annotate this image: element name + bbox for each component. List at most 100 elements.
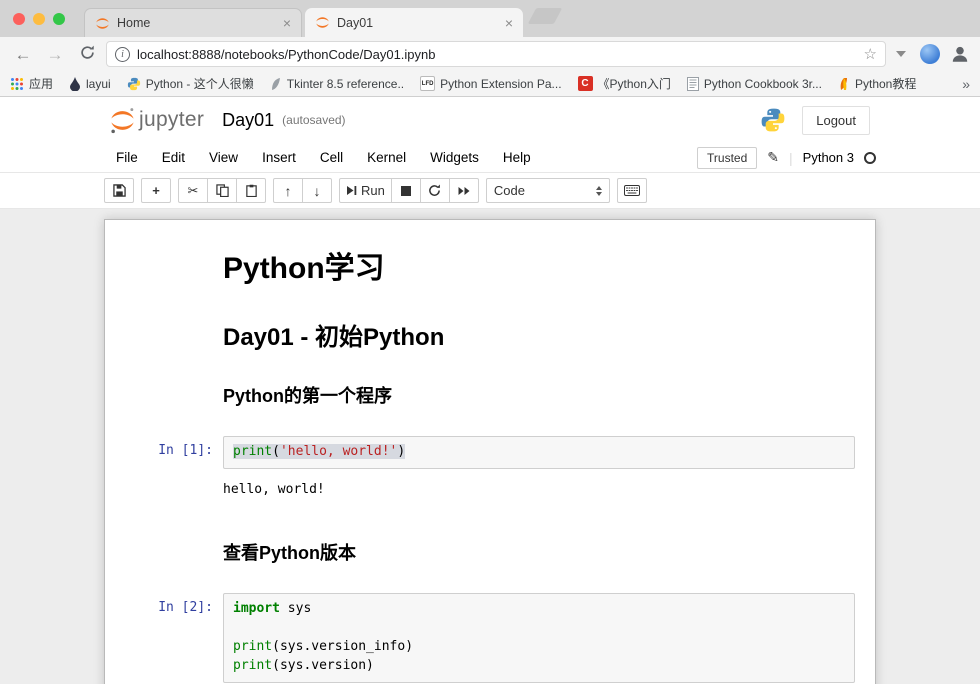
bookmark-star-icon[interactable]: ☆ (864, 45, 877, 63)
run-label: Run (361, 183, 385, 198)
refresh-button[interactable] (74, 45, 100, 63)
downloads-dropdown-icon[interactable] (896, 51, 906, 57)
refresh-icon (80, 45, 95, 60)
fast-forward-icon (457, 186, 471, 196)
interrupt-kernel-button[interactable] (391, 178, 421, 203)
arrow-down-icon: ↓ (314, 184, 321, 198)
tab-close-icon[interactable]: × (283, 16, 291, 30)
bookmark-item-layui[interactable]: layui (69, 77, 111, 91)
checkpoint-status: (autosaved) (282, 113, 345, 127)
bookmark-item-cookbook[interactable]: Python Cookbook 3r... (687, 77, 822, 91)
plus-icon: + (152, 183, 160, 198)
restart-run-all-button[interactable] (449, 178, 479, 203)
browser-window: Home × Day01 × ← → i local (0, 0, 980, 684)
cell-type-value: Code (494, 183, 525, 198)
save-button[interactable] (104, 178, 134, 203)
prompt (125, 307, 223, 362)
bookmark-label: 应用 (29, 75, 53, 92)
apps-grid-icon (10, 77, 24, 91)
bookmark-label: Tkinter 8.5 reference.. (287, 77, 404, 91)
command-palette-button[interactable] (617, 178, 647, 203)
menu-widgets[interactable]: Widgets (418, 146, 491, 169)
keyboard-icon (624, 185, 640, 196)
tab-day01[interactable]: Day01 × (305, 8, 523, 37)
menu-view[interactable]: View (197, 146, 250, 169)
jupyter-menubar: File Edit View Insert Cell Kernel Widget… (0, 143, 980, 173)
output-text: hello, world! (223, 476, 855, 500)
cell-type-select[interactable]: Code (486, 178, 610, 203)
bookmark-item-tkinter[interactable]: Tkinter 8.5 reference.. (270, 77, 404, 91)
bookmark-item-python-tutorial[interactable]: Python教程 (838, 75, 916, 92)
menu-edit[interactable]: Edit (150, 146, 197, 169)
browser-navbar: ← → i localhost:8888/notebooks/PythonCod… (0, 37, 980, 71)
bookmark-label: Python教程 (855, 75, 916, 92)
menu-help[interactable]: Help (491, 146, 543, 169)
new-tab-button[interactable] (528, 8, 563, 24)
logout-button[interactable]: Logout (802, 106, 870, 135)
tab-close-icon[interactable]: × (505, 16, 513, 30)
bookmark-label: Python Extension Pa... (440, 77, 561, 91)
bookmarks-overflow-chevron[interactable]: » (962, 76, 970, 92)
arrow-up-icon: ↑ (285, 184, 292, 198)
divider: | (789, 150, 793, 166)
bookmark-item-python-intro[interactable]: C 《Python入门 (578, 75, 671, 92)
heading-day01: Day01 - 初始Python (223, 317, 855, 352)
extension-globe-icon[interactable] (920, 44, 940, 64)
move-cell-up-button[interactable]: ↑ (273, 178, 303, 203)
paste-cell-button[interactable] (236, 178, 266, 203)
restart-kernel-button[interactable] (420, 178, 450, 203)
bookmark-item-apps[interactable]: 应用 (10, 75, 53, 92)
menu-insert[interactable]: Insert (250, 146, 308, 169)
menu-kernel[interactable]: Kernel (355, 146, 418, 169)
bookmark-item-python-blog[interactable]: Python - 这个人很懒 (127, 75, 254, 92)
prompt (125, 372, 223, 416)
code-input[interactable]: print('hello, world!') (223, 436, 855, 469)
profile-icon[interactable] (950, 44, 970, 64)
kernel-idle-indicator-icon (864, 152, 876, 164)
jupyter-logo-text: jupyter (139, 108, 204, 132)
menu-file[interactable]: File (104, 146, 150, 169)
markdown-cell-h2[interactable]: Day01 - 初始Python (120, 302, 860, 367)
notebook-scroll-area[interactable]: Python学习 Day01 - 初始Python Python的第一个程序 I… (0, 209, 980, 684)
back-button[interactable]: ← (10, 46, 36, 63)
output-prompt (125, 476, 223, 500)
minimize-window-button[interactable] (33, 13, 45, 25)
trusted-badge[interactable]: Trusted (697, 147, 757, 169)
tutorial-feather-icon (838, 77, 850, 91)
prompt (125, 237, 223, 297)
add-cell-button[interactable]: + (141, 178, 171, 203)
csdn-icon: C (578, 76, 593, 91)
cut-cell-button[interactable]: ✂ (178, 178, 208, 203)
code-cell-2[interactable]: In [2]: import sys print(sys.version_inf… (120, 588, 860, 684)
layui-icon (69, 77, 81, 91)
code-cell-1[interactable]: In [1]: print('hello, world!') (120, 431, 860, 474)
url-bar[interactable]: i localhost:8888/notebooks/PythonCode/Da… (106, 41, 886, 67)
bookmark-item-python-extension[interactable]: LFD Python Extension Pa... (420, 76, 561, 91)
markdown-cell-h3-second[interactable]: 查看Python版本 (120, 524, 860, 578)
jupyter-favicon-icon (315, 15, 330, 30)
bookmark-label: layui (86, 77, 111, 91)
code-input[interactable]: import sys print(sys.version_info)print(… (223, 593, 855, 683)
tab-home[interactable]: Home × (84, 8, 302, 37)
jupyter-favicon-icon (95, 16, 110, 31)
bookmark-label: Python - 这个人很懒 (146, 75, 254, 92)
run-cell-button[interactable]: Run (339, 178, 392, 203)
menu-cell[interactable]: Cell (308, 146, 355, 169)
page-info-icon[interactable]: i (115, 47, 130, 62)
markdown-cell-h1[interactable]: Python学习 (120, 232, 860, 302)
tab-title: Home (117, 16, 276, 30)
forward-button[interactable]: → (42, 46, 68, 63)
jupyter-header: jupyter Day01 (autosaved) Logout (0, 97, 980, 143)
heading-first-program: Python的第一个程序 (223, 382, 855, 408)
copy-cell-button[interactable] (207, 178, 237, 203)
markdown-cell-h3-first[interactable]: Python的第一个程序 (120, 367, 860, 421)
move-cell-down-button[interactable]: ↓ (302, 178, 332, 203)
python-logo-icon (760, 107, 786, 133)
notebook-title[interactable]: Day01 (222, 110, 274, 131)
zoom-window-button[interactable] (53, 13, 65, 25)
jupyter-logo[interactable]: jupyter (110, 107, 204, 134)
url-text: localhost:8888/notebooks/PythonCode/Day0… (137, 47, 857, 62)
jupyter-toolbar: + ✂ ↑ ↓ (0, 173, 980, 209)
close-window-button[interactable] (13, 13, 25, 25)
lfd-icon: LFD (420, 76, 435, 91)
